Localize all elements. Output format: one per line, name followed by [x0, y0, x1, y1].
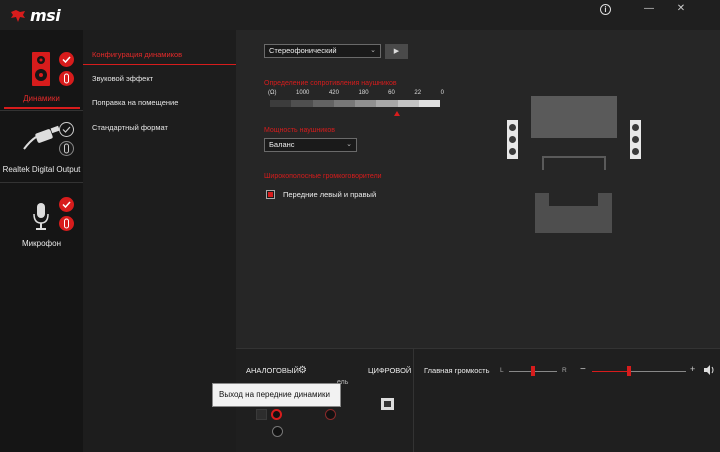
volume-track[interactable] [629, 371, 686, 372]
info-icon[interactable]: i [600, 4, 611, 15]
impedance-tick: 60 [388, 90, 395, 96]
check-icon [59, 197, 74, 212]
impedance-tick: 420 [328, 90, 339, 96]
default-device-icon [59, 71, 74, 86]
impedance-tick: (Ω) [268, 90, 277, 96]
selected-check-icon [59, 52, 74, 67]
menu-item-room-correction[interactable]: Поправка на помещение [92, 98, 178, 107]
close-button[interactable]: ✕ [674, 2, 688, 16]
device-label: Динамики [23, 94, 60, 103]
volume-plus-button[interactable]: + [690, 364, 695, 374]
impedance-tick: 180 [358, 90, 369, 96]
impedance-scale: (Ω) 1000 420 180 60 22 0 [268, 90, 444, 96]
room-seat [535, 193, 612, 233]
minimize-button[interactable]: — [642, 2, 656, 16]
menu-item-sound-effect[interactable]: Звуковой эффект [92, 74, 153, 83]
analog-label: АНАЛОГОВЫЙ [246, 366, 299, 375]
impedance-label: Определение сопротивления наушников [264, 80, 397, 87]
chevron-down-icon: ⌄ [346, 141, 352, 148]
msi-dragon-icon [11, 9, 25, 22]
speaker-icon [32, 52, 50, 86]
jack-port[interactable] [256, 409, 267, 420]
device-speakers[interactable]: Динамики [0, 30, 83, 110]
device-digital-output[interactable]: Realtek Digital Output [0, 111, 83, 191]
balance-right-label: R [562, 367, 567, 374]
active-device-indicator [4, 107, 80, 109]
speaker-volume-icon[interactable] [704, 365, 716, 375]
device-microphone[interactable]: Микрофон [0, 183, 83, 263]
right-speaker-icon [630, 120, 641, 159]
impedance-tick: 0 [440, 90, 444, 96]
main-volume-label: Главная громкость [424, 366, 490, 375]
power-label: Мощность наушников [264, 127, 335, 134]
digital-label: ЦИФРОВОЙ [368, 366, 412, 375]
menu-item-default-format[interactable]: Стандартный формат [92, 123, 168, 132]
volume-track-filled[interactable] [592, 371, 629, 372]
optical-cable-icon [23, 125, 60, 150]
jack-tooltip: Выход на передние динамики [212, 383, 341, 407]
balance-thumb[interactable] [531, 366, 535, 376]
device-label: Микрофон [22, 239, 61, 248]
device-sidebar: Динамики Realtek Digital Output Микрофон [0, 30, 83, 452]
jack-port[interactable] [272, 426, 283, 437]
room-table [542, 156, 606, 170]
default-device-icon [59, 216, 74, 231]
volume-minus-button[interactable]: − [580, 364, 586, 375]
room-screen [531, 96, 617, 138]
title-bar: msi i — ✕ [0, 0, 720, 30]
left-speaker-icon [507, 120, 518, 159]
front-speaker-jack[interactable] [271, 409, 282, 420]
volume-thumb[interactable] [627, 366, 631, 376]
device-label: Realtek Digital Output [2, 165, 81, 174]
chevron-down-icon: ⌄ [370, 47, 376, 54]
speaker-mode-select[interactable]: Стереофонический ⌄ [264, 44, 381, 58]
wideband-label: Широкополосные громкоговорители [264, 173, 382, 180]
microphone-icon [33, 203, 49, 230]
power-select[interactable]: Баланс ⌄ [264, 138, 357, 152]
brand-name: msi [30, 6, 61, 25]
check-icon [59, 122, 74, 137]
jack-port[interactable] [325, 409, 336, 420]
play-test-button[interactable]: ▶ [385, 44, 408, 59]
active-menu-underline [83, 64, 236, 65]
msi-logo: msi [10, 6, 61, 25]
power-value: Баланс [269, 140, 295, 149]
divider [413, 349, 414, 452]
front-lr-label: Передние левый и правый [283, 190, 377, 199]
front-lr-checkbox[interactable] [266, 190, 275, 199]
digital-port-icon[interactable] [381, 398, 394, 410]
speaker-mode-value: Стереофонический [269, 46, 337, 55]
gear-icon[interactable]: ⚙ [298, 365, 307, 376]
main-panel [236, 30, 720, 348]
impedance-gradient-bar [270, 100, 440, 107]
impedance-tick: 1000 [296, 90, 310, 96]
impedance-tick: 22 [414, 90, 422, 96]
impedance-marker [394, 111, 400, 116]
balance-left-label: L [500, 367, 504, 374]
menu-item-speaker-config[interactable]: Конфигурация динамиков [92, 50, 182, 59]
default-device-icon [59, 141, 74, 156]
